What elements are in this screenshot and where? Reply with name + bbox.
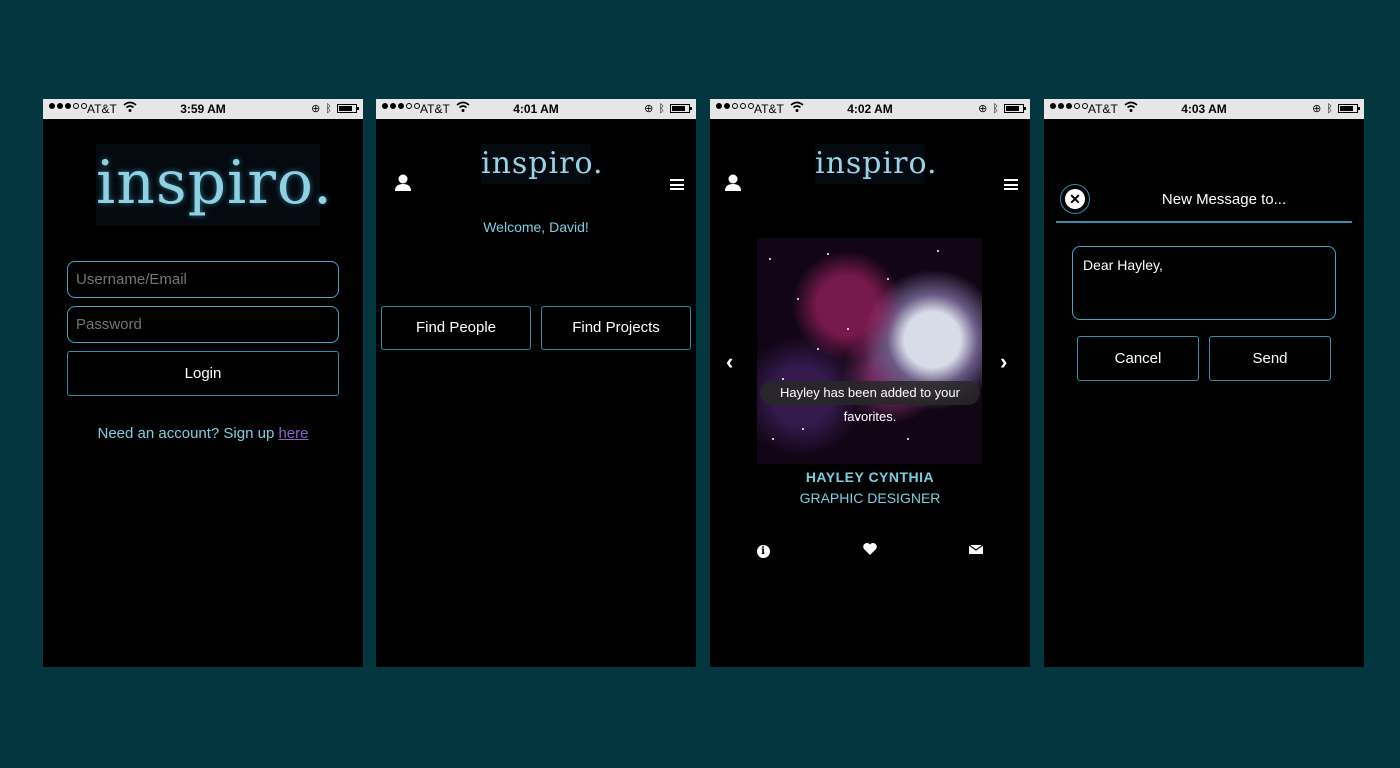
signup-text: Need an account? Sign up: [97, 425, 279, 442]
status-bar: AT&T 4:02 AM ⊕ ᛒ: [710, 99, 1030, 119]
new-message-screen: AT&T 4:03 AM ⊕ ᛒ ✕ New Message to... Dea…: [1044, 99, 1364, 667]
message-title: New Message to...: [1161, 191, 1287, 208]
signup-link[interactable]: here: [278, 425, 308, 442]
lock-rotation-icon: ⊕: [1312, 103, 1322, 115]
find-projects-button[interactable]: Find Projects: [541, 306, 691, 350]
lock-rotation-icon: ⊕: [978, 103, 988, 115]
login-screen: AT&T 3:59 AM ⊕ ᛒ inspiro. Login Need an …: [43, 99, 363, 667]
welcome-message: Welcome, David!: [483, 219, 589, 235]
user-icon[interactable]: [724, 174, 742, 192]
bluetooth-icon: ᛒ: [658, 102, 665, 115]
user-icon[interactable]: [394, 174, 412, 192]
home-screen: AT&T 4:01 AM ⊕ ᛒ inspiro. Welcome, David…: [376, 99, 696, 667]
send-button[interactable]: Send: [1209, 336, 1331, 381]
close-button[interactable]: ✕: [1060, 184, 1090, 214]
close-icon: ✕: [1065, 189, 1085, 209]
app-logo: inspiro.: [96, 144, 332, 226]
menu-icon[interactable]: [1004, 179, 1018, 190]
profile-name: HAYLEY CYNTHIA: [805, 469, 935, 485]
status-bar: AT&T 4:03 AM ⊕ ᛒ: [1044, 99, 1364, 119]
cancel-button[interactable]: Cancel: [1077, 336, 1199, 381]
status-bar: AT&T 4:01 AM ⊕ ᛒ: [376, 99, 696, 119]
battery-icon: [337, 104, 359, 113]
title-divider: [1056, 221, 1352, 223]
password-field[interactable]: [67, 306, 339, 343]
find-people-button[interactable]: Find People: [381, 306, 531, 350]
status-bar: AT&T 3:59 AM ⊕ ᛒ: [43, 99, 363, 119]
previous-arrow[interactable]: ‹: [726, 349, 733, 375]
profile-photo: [757, 238, 982, 464]
lock-rotation-icon: ⊕: [644, 103, 654, 115]
login-button[interactable]: Login: [67, 351, 339, 396]
app-logo: inspiro.: [815, 144, 937, 184]
bluetooth-icon: ᛒ: [1326, 102, 1333, 115]
menu-icon[interactable]: [670, 179, 684, 190]
battery-icon: [670, 104, 692, 113]
username-field[interactable]: [67, 261, 339, 298]
bluetooth-icon: ᛒ: [992, 102, 999, 115]
lock-rotation-icon: ⊕: [311, 103, 321, 115]
heart-icon[interactable]: [862, 541, 878, 557]
battery-icon: [1004, 104, 1026, 113]
app-logo: inspiro.: [481, 144, 603, 184]
bluetooth-icon: ᛒ: [325, 102, 332, 115]
profile-role: GRAPHIC DESIGNER: [799, 490, 941, 506]
favorite-toast: Hayley has been added to your favorites.: [760, 381, 980, 424]
next-arrow[interactable]: ›: [1000, 349, 1007, 375]
profile-screen: AT&T 4:02 AM ⊕ ᛒ inspiro. ‹ › Hayley has…: [710, 99, 1030, 667]
mail-icon[interactable]: [968, 541, 984, 557]
message-textarea[interactable]: Dear Hayley,: [1072, 246, 1336, 320]
battery-icon: [1338, 104, 1360, 113]
info-icon[interactable]: i: [755, 541, 771, 558]
signup-prompt: Need an account? Sign up here: [43, 425, 363, 442]
